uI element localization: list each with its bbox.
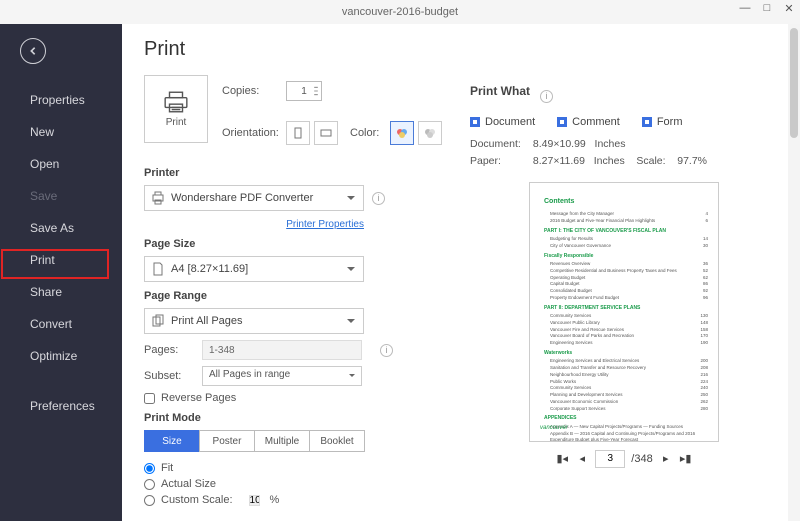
page-preview: Contents Message from the City Manager42…: [529, 182, 719, 442]
reverse-pages-label: Reverse Pages: [161, 392, 236, 404]
orientation-label: Orientation:: [222, 127, 286, 139]
sidebar-item-share[interactable]: Share: [0, 276, 122, 308]
actual-size-radio[interactable]: Actual Size: [144, 478, 454, 490]
orientation-portrait-button[interactable]: [286, 121, 310, 145]
window-title: vancouver-2016-budget: [342, 6, 458, 18]
maximize-button[interactable]: □: [760, 2, 774, 15]
printwhat-form-checkbox[interactable]: Form: [642, 116, 683, 128]
printer-icon: [163, 91, 189, 113]
orientation-landscape-button[interactable]: [314, 121, 338, 145]
vertical-scrollbar[interactable]: [788, 24, 800, 521]
info-icon[interactable]: i: [380, 344, 393, 357]
printer-properties-link[interactable]: Printer Properties: [144, 219, 364, 230]
pagerange-value: Print All Pages: [171, 315, 243, 327]
printmode-section-header: Print Mode: [144, 412, 454, 424]
print-tile-label: Print: [166, 117, 187, 128]
copies-input[interactable]: 1: [286, 81, 322, 101]
printer-section-header: Printer: [144, 167, 454, 179]
preview-logo: vancouver: [540, 424, 568, 433]
pagesize-section-header: Page Size: [144, 238, 454, 250]
color-color-button[interactable]: [390, 121, 414, 145]
printer-dropdown[interactable]: Wondershare PDF Converter: [144, 185, 364, 211]
printer-icon: [151, 191, 165, 205]
sidebar-item-new[interactable]: New: [0, 116, 122, 148]
info-icon[interactable]: i: [540, 90, 553, 103]
mode-poster-button[interactable]: Poster: [199, 430, 255, 452]
sidebar-item-open[interactable]: Open: [0, 148, 122, 180]
pagerange-section-header: Page Range: [144, 290, 454, 302]
pages-label: Pages:: [144, 344, 192, 356]
sidebar-item-save-as[interactable]: Save As: [0, 212, 122, 244]
sidebar-item-print[interactable]: Print: [0, 244, 122, 276]
subset-label: Subset:: [144, 370, 192, 382]
color-gray-button[interactable]: [418, 121, 442, 145]
reverse-pages-checkbox[interactable]: Reverse Pages: [144, 392, 454, 404]
pagesize-value: A4 [8.27×11.69]: [171, 263, 248, 275]
pager-total: /348: [631, 453, 652, 465]
reverse-pages-input[interactable]: [144, 393, 155, 404]
page-icon: [151, 262, 165, 276]
mode-booklet-button[interactable]: Booklet: [309, 430, 365, 452]
color-label: Color:: [350, 127, 390, 139]
pager-first-button[interactable]: ▮◂: [555, 452, 569, 465]
custom-scale-radio[interactable]: Custom Scale: %: [144, 494, 454, 506]
sidebar-item-properties[interactable]: Properties: [0, 84, 122, 116]
printwhat-header: Print What: [470, 84, 530, 98]
printwhat-document-checkbox[interactable]: Document: [470, 116, 535, 128]
pagesize-dropdown[interactable]: A4 [8.27×11.69]: [144, 256, 364, 282]
printer-value: Wondershare PDF Converter: [171, 192, 313, 204]
printwhat-comment-checkbox[interactable]: Comment: [557, 116, 620, 128]
back-button[interactable]: [20, 38, 46, 64]
sidebar-item-optimize[interactable]: Optimize: [0, 340, 122, 372]
pages-icon: [151, 314, 165, 328]
close-button[interactable]: ✕: [782, 2, 796, 15]
custom-scale-input[interactable]: [249, 495, 260, 506]
page-title: Print: [144, 38, 454, 61]
pager-last-button[interactable]: ▸▮: [679, 452, 693, 465]
sidebar-item-convert[interactable]: Convert: [0, 308, 122, 340]
sidebar-item-preferences[interactable]: Preferences: [0, 390, 122, 422]
fit-radio[interactable]: Fit: [144, 462, 454, 474]
pagerange-dropdown[interactable]: Print All Pages: [144, 308, 364, 334]
sidebar-item-save: Save: [0, 180, 122, 212]
copies-label: Copies:: [222, 85, 286, 97]
minimize-button[interactable]: —: [738, 2, 752, 15]
mode-multiple-button[interactable]: Multiple: [254, 430, 310, 452]
document-dimensions: Document: 8.49×10.99 Inches Paper: 8.27×…: [470, 136, 778, 170]
pager-next-button[interactable]: ▸: [659, 452, 673, 465]
sidebar: PropertiesNewOpenSaveSave AsPrintShareCo…: [0, 24, 122, 521]
pager-prev-button[interactable]: ◂: [575, 452, 589, 465]
mode-size-button[interactable]: Size: [144, 430, 200, 452]
pager-current-input[interactable]: [595, 450, 625, 468]
subset-dropdown[interactable]: All Pages in range: [202, 366, 362, 386]
pages-input[interactable]: [202, 340, 362, 360]
print-action-tile[interactable]: Print: [144, 75, 208, 143]
info-icon[interactable]: i: [372, 192, 385, 205]
